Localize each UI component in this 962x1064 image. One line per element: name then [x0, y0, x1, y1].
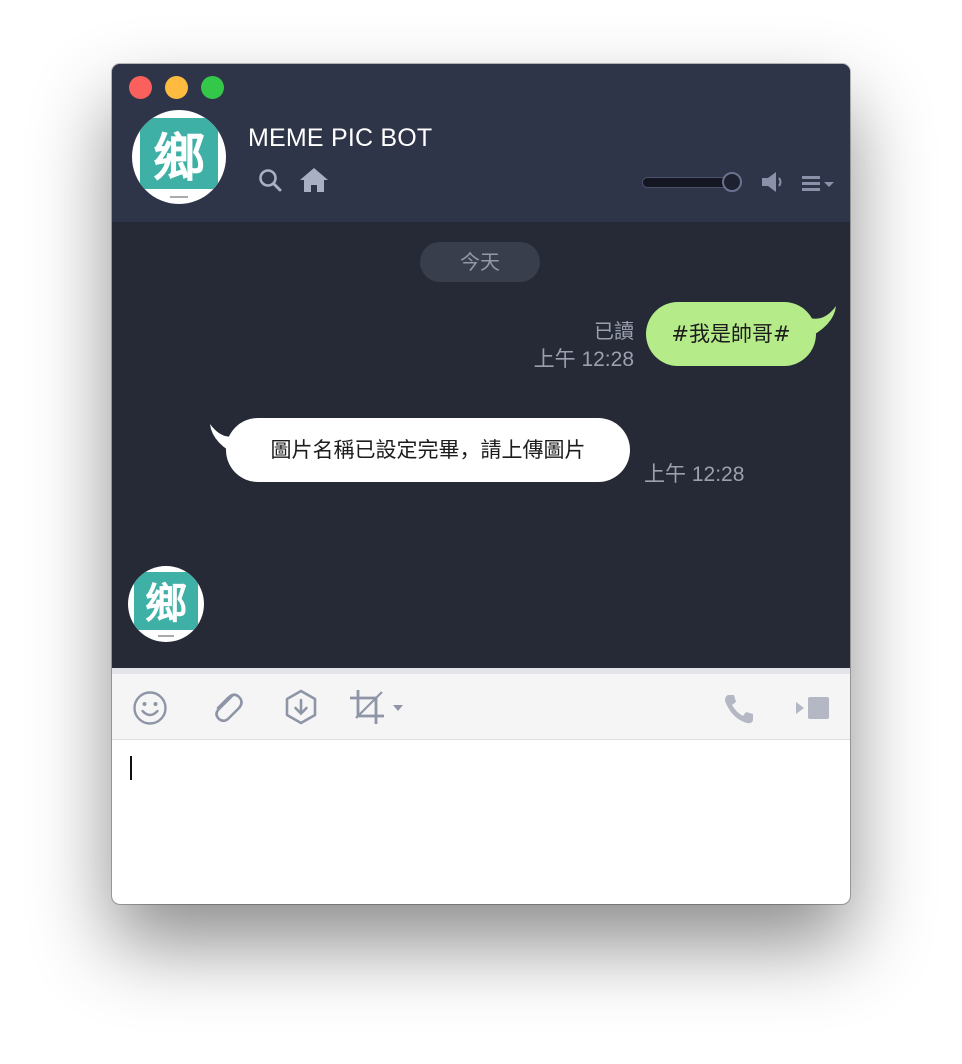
text-cursor	[130, 756, 132, 780]
crop-icon[interactable]	[348, 688, 388, 726]
incoming-message-time: 上午 12:28	[644, 463, 745, 486]
maximize-window-button[interactable]	[201, 76, 224, 99]
avatar-decoration	[169, 196, 189, 199]
chevron-down-icon[interactable]	[392, 704, 404, 712]
paperclip-icon[interactable]	[208, 688, 244, 726]
close-window-button[interactable]	[129, 76, 152, 99]
keep-icon[interactable]	[282, 688, 320, 726]
menu-icon[interactable]	[800, 174, 838, 192]
volume-slider-fill	[643, 178, 732, 187]
avatar-glyph: 鄉	[134, 572, 198, 630]
sender-avatar[interactable]: 鄉	[128, 566, 204, 642]
phone-icon[interactable]	[722, 692, 756, 726]
chat-header: 鄉 MEME PIC BOT	[112, 64, 850, 222]
message-list[interactable]: 今天 已讀 上午 12:28 #我是帥哥# 鄉 圖片名稱已設定完畢，請上傳圖片 …	[112, 222, 850, 668]
volume-slider-knob[interactable]	[722, 172, 742, 192]
emoji-icon[interactable]	[132, 690, 168, 726]
avatar-decoration	[158, 635, 174, 638]
message-input[interactable]	[112, 740, 850, 904]
chat-avatar[interactable]: 鄉	[132, 110, 226, 204]
date-separator: 今天	[420, 242, 540, 282]
avatar-glyph: 鄉	[139, 117, 219, 189]
outgoing-message-bubble[interactable]: #我是帥哥#	[646, 302, 816, 366]
read-receipt: 已讀	[594, 319, 634, 343]
composer-toolbar	[112, 668, 850, 740]
incoming-message-bubble[interactable]: 圖片名稱已設定完畢，請上傳圖片	[226, 418, 630, 482]
home-icon[interactable]	[298, 166, 330, 194]
chat-title: MEME PIC BOT	[248, 124, 433, 152]
minimize-window-button[interactable]	[165, 76, 188, 99]
chat-window: 鄉 MEME PIC BOT 今天 已讀 上午 12:28 #我是帥哥# 鄉 圖…	[112, 64, 850, 904]
speaker-icon[interactable]	[760, 170, 786, 194]
outgoing-message-time: 上午 12:28	[533, 348, 634, 371]
video-call-icon[interactable]	[794, 694, 830, 722]
search-icon[interactable]	[258, 168, 282, 192]
